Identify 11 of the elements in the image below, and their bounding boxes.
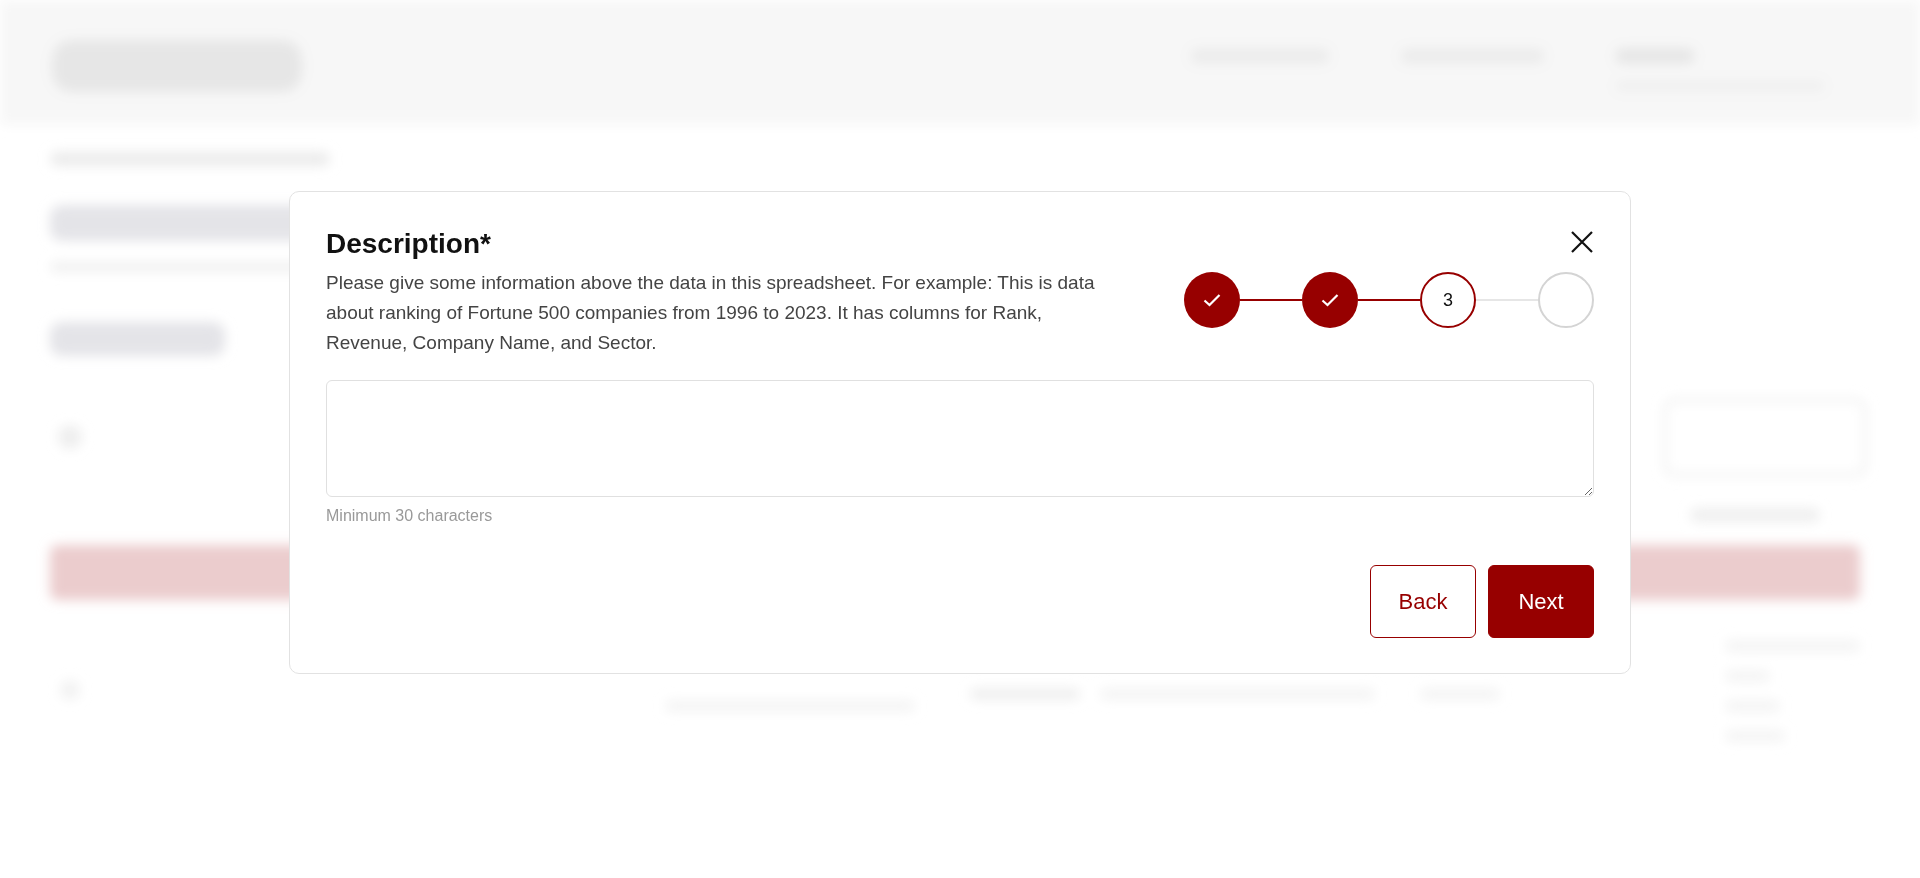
current-step: 3 <box>1420 272 1476 328</box>
next-button[interactable]: Next <box>1488 565 1594 638</box>
field-hint: Minimum 30 characters <box>326 507 493 525</box>
description-input[interactable] <box>326 380 1594 497</box>
dialog-title: Description* <box>326 227 491 261</box>
back-button[interactable]: Back <box>1370 565 1476 638</box>
close-icon <box>1570 230 1594 254</box>
description-text: Please give some information above the data in this spreadsheet. For example: This is data about ranking of Fortune 500 companies from 1996 to 2023. It has columns for Rank, Revenue, Company Name, and Sector. <box>326 271 1096 355</box>
check-icon <box>1203 293 1221 307</box>
upcoming-step <box>1538 272 1594 328</box>
check-icon <box>1321 293 1339 307</box>
